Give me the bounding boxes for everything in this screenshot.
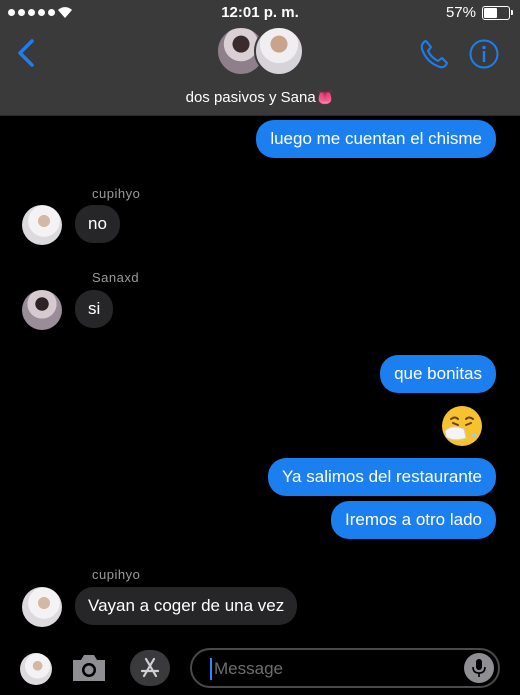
message-outgoing[interactable]: luego me cuentan el chisme: [256, 120, 496, 158]
message-sender: cupihyo: [92, 567, 141, 582]
group-avatar-cupihyo: [254, 26, 304, 76]
microphone-button[interactable]: [464, 653, 494, 683]
message-field[interactable]: [190, 648, 500, 688]
camera-icon[interactable]: [70, 652, 108, 684]
info-icon[interactable]: [468, 38, 500, 70]
status-bar: 12:01 p. m. 57%: [0, 0, 520, 26]
app-store-icon: [140, 657, 160, 678]
status-time: 12:01 p. m.: [221, 4, 299, 21]
message-incoming[interactable]: si: [75, 290, 114, 328]
message-input[interactable]: [214, 656, 454, 682]
message-sender: Sanaxd: [92, 270, 140, 285]
avatar-cupihyo[interactable]: [22, 205, 62, 245]
phone-icon[interactable]: [418, 38, 450, 70]
message-outgoing[interactable]: que bonitas: [380, 355, 496, 393]
battery-icon: [482, 6, 513, 20]
sneezing-face-emoji[interactable]: [440, 404, 484, 448]
memoji-avatar[interactable]: [20, 653, 52, 685]
avatar-cupihyo[interactable]: [22, 587, 62, 627]
message-outgoing[interactable]: Iremos a otro lado: [330, 501, 496, 539]
back-chevron-icon[interactable]: [14, 38, 38, 68]
message-incoming[interactable]: no: [75, 205, 120, 243]
microphone-icon: [472, 659, 486, 677]
group-name[interactable]: dos pasivos y Sana👅: [0, 88, 520, 106]
battery-percent: 57%: [445, 4, 476, 21]
message-sender: cupihyo: [92, 186, 141, 201]
message-incoming[interactable]: Vayan a coger de una vez: [75, 587, 298, 625]
conversation-header: dos pasivos y Sana👅: [0, 26, 520, 116]
text-caret: [210, 658, 212, 680]
battery-fill: [484, 8, 498, 18]
compose-bar: [0, 640, 520, 695]
group-avatars[interactable]: [216, 26, 306, 78]
message-outgoing[interactable]: Ya salimos del restaurante: [267, 458, 496, 496]
avatar-sanaxd[interactable]: [22, 290, 62, 330]
app-store-button[interactable]: [130, 650, 170, 686]
